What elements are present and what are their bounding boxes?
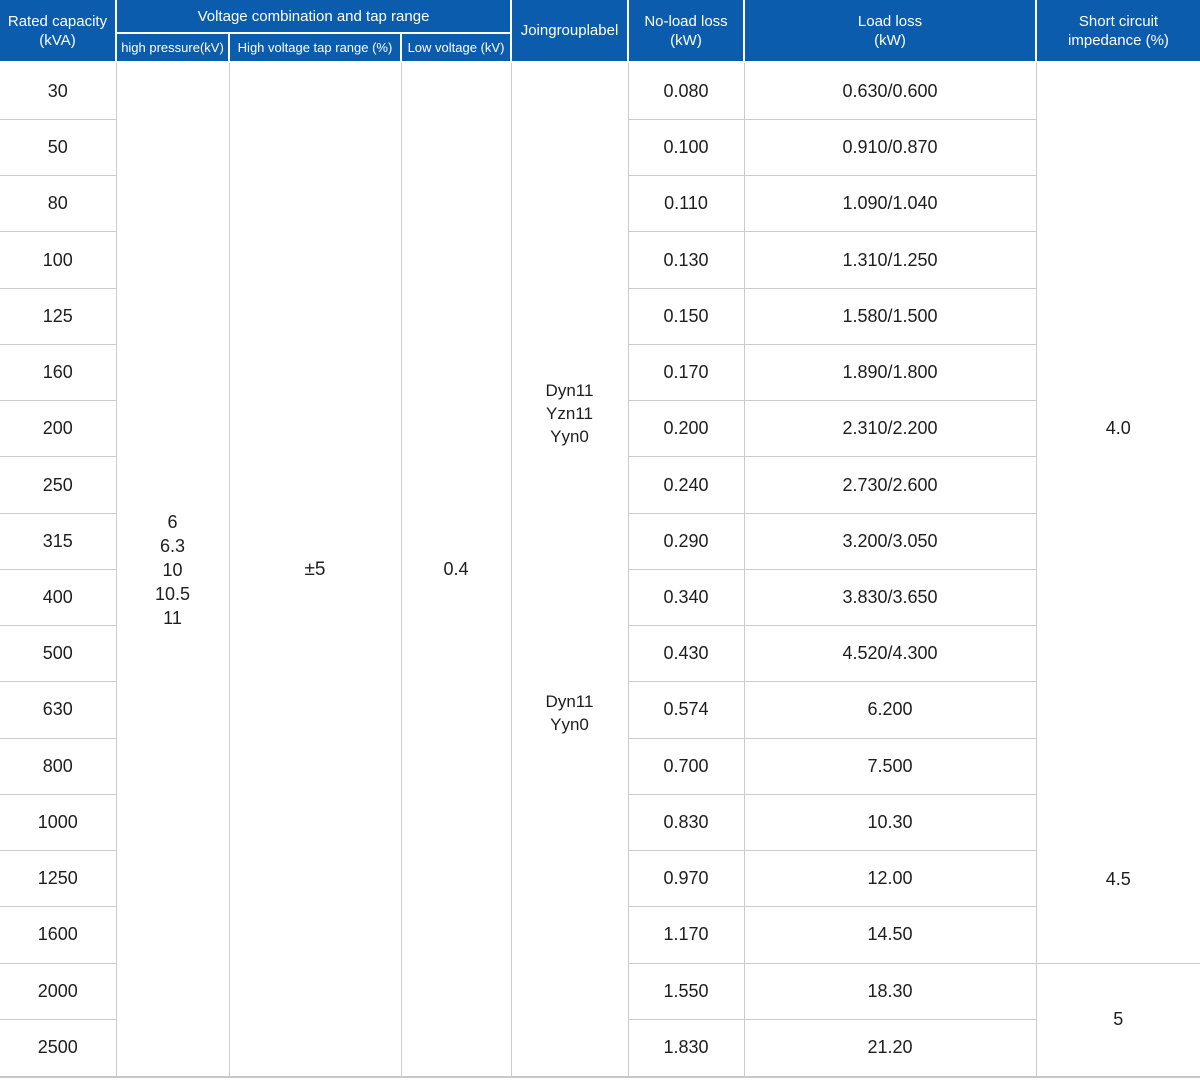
joingroup-label-top: Dyn11 Yzn11 Yyn0 (512, 379, 628, 448)
cell-load-loss: 21.20 (744, 1019, 1036, 1077)
header-short-circuit-impedance: Short circuit impedance (%) (1036, 0, 1200, 62)
cell-capacity: 80 (0, 176, 116, 232)
cell-no-load-loss: 0.830 (628, 794, 744, 850)
cell-load-loss: 14.50 (744, 907, 1036, 963)
impedance-value-4-0: 4.0 (1037, 417, 1200, 440)
header-low-voltage: Low voltage (kV) (401, 33, 511, 62)
cell-load-loss: 1.580/1.500 (744, 288, 1036, 344)
cell-no-load-loss: 0.574 (628, 682, 744, 738)
cell-load-loss: 1.090/1.040 (744, 176, 1036, 232)
merged-cell-tap-range: ±5 (229, 62, 401, 1077)
cell-load-loss: 3.830/3.650 (744, 569, 1036, 625)
cell-capacity: 30 (0, 62, 116, 120)
header-rated-capacity: Rated capacity (kVA) (0, 0, 116, 62)
cell-capacity: 125 (0, 288, 116, 344)
cell-load-loss: 12.00 (744, 851, 1036, 907)
transformer-spec-table: Rated capacity (kVA) Voltage combination… (0, 0, 1200, 1078)
cell-capacity: 1250 (0, 851, 116, 907)
cell-capacity: 500 (0, 626, 116, 682)
cell-load-loss: 0.910/0.870 (744, 120, 1036, 176)
header-no-load-loss: No-load loss (kW) (628, 0, 744, 62)
cell-load-loss: 10.30 (744, 794, 1036, 850)
cell-load-loss: 6.200 (744, 682, 1036, 738)
cell-capacity: 1600 (0, 907, 116, 963)
cell-no-load-loss: 0.430 (628, 626, 744, 682)
cell-load-loss: 4.520/4.300 (744, 626, 1036, 682)
cell-capacity: 250 (0, 457, 116, 513)
cell-capacity: 315 (0, 513, 116, 569)
cell-capacity: 50 (0, 120, 116, 176)
cell-no-load-loss: 0.130 (628, 232, 744, 288)
cell-no-load-loss: 0.080 (628, 62, 744, 120)
header-row-groups: Rated capacity (kVA) Voltage combination… (0, 0, 1200, 33)
cell-capacity: 2000 (0, 963, 116, 1019)
cell-no-load-loss: 0.340 (628, 569, 744, 625)
cell-load-loss: 7.500 (744, 738, 1036, 794)
cell-no-load-loss: 1.830 (628, 1019, 744, 1077)
table-row: 30 6 6.3 10 10.5 11 ±5 0.4 Dyn11 Yzn11 Y… (0, 62, 1200, 120)
cell-no-load-loss: 0.150 (628, 288, 744, 344)
cell-capacity: 400 (0, 569, 116, 625)
header-tap-range: High voltage tap range (%) (229, 33, 401, 62)
cell-capacity: 630 (0, 682, 116, 738)
cell-no-load-loss: 0.970 (628, 851, 744, 907)
joingroup-label-bottom: Dyn11 Yyn0 (512, 690, 628, 736)
merged-cell-high-pressure: 6 6.3 10 10.5 11 (116, 62, 229, 1077)
cell-capacity: 160 (0, 344, 116, 400)
merged-cell-impedance-upper: 4.0 4.5 (1036, 62, 1200, 963)
cell-no-load-loss: 0.100 (628, 120, 744, 176)
header-load-loss: Load loss (kW) (744, 0, 1036, 62)
cell-load-loss: 3.200/3.050 (744, 513, 1036, 569)
cell-no-load-loss: 0.240 (628, 457, 744, 513)
cell-no-load-loss: 0.200 (628, 401, 744, 457)
cell-capacity: 100 (0, 232, 116, 288)
cell-capacity: 2500 (0, 1019, 116, 1077)
cell-load-loss: 2.730/2.600 (744, 457, 1036, 513)
cell-no-load-loss: 1.170 (628, 907, 744, 963)
merged-cell-joingroup: Dyn11 Yzn11 Yyn0 Dyn11 Yyn0 (511, 62, 628, 1077)
cell-load-loss: 1.890/1.800 (744, 344, 1036, 400)
cell-no-load-loss: 0.110 (628, 176, 744, 232)
cell-load-loss: 0.630/0.600 (744, 62, 1036, 120)
header-joingrouplabel: Joingrouplabel (511, 0, 628, 62)
cell-no-load-loss: 0.700 (628, 738, 744, 794)
cell-capacity: 1000 (0, 794, 116, 850)
cell-no-load-loss: 1.550 (628, 963, 744, 1019)
header-voltage-combination-group: Voltage combination and tap range (116, 0, 511, 33)
impedance-value-4-5: 4.5 (1037, 868, 1200, 891)
merged-cell-low-voltage: 0.4 (401, 62, 511, 1077)
cell-capacity: 200 (0, 401, 116, 457)
cell-load-loss: 2.310/2.200 (744, 401, 1036, 457)
cell-no-load-loss: 0.170 (628, 344, 744, 400)
cell-capacity: 800 (0, 738, 116, 794)
transformer-spec-page: Rated capacity (kVA) Voltage combination… (0, 0, 1200, 1080)
cell-no-load-loss: 0.290 (628, 513, 744, 569)
cell-load-loss: 1.310/1.250 (744, 232, 1036, 288)
merged-cell-impedance-lower: 5 (1036, 963, 1200, 1077)
cell-load-loss: 18.30 (744, 963, 1036, 1019)
header-high-pressure: high pressure(kV) (116, 33, 229, 62)
